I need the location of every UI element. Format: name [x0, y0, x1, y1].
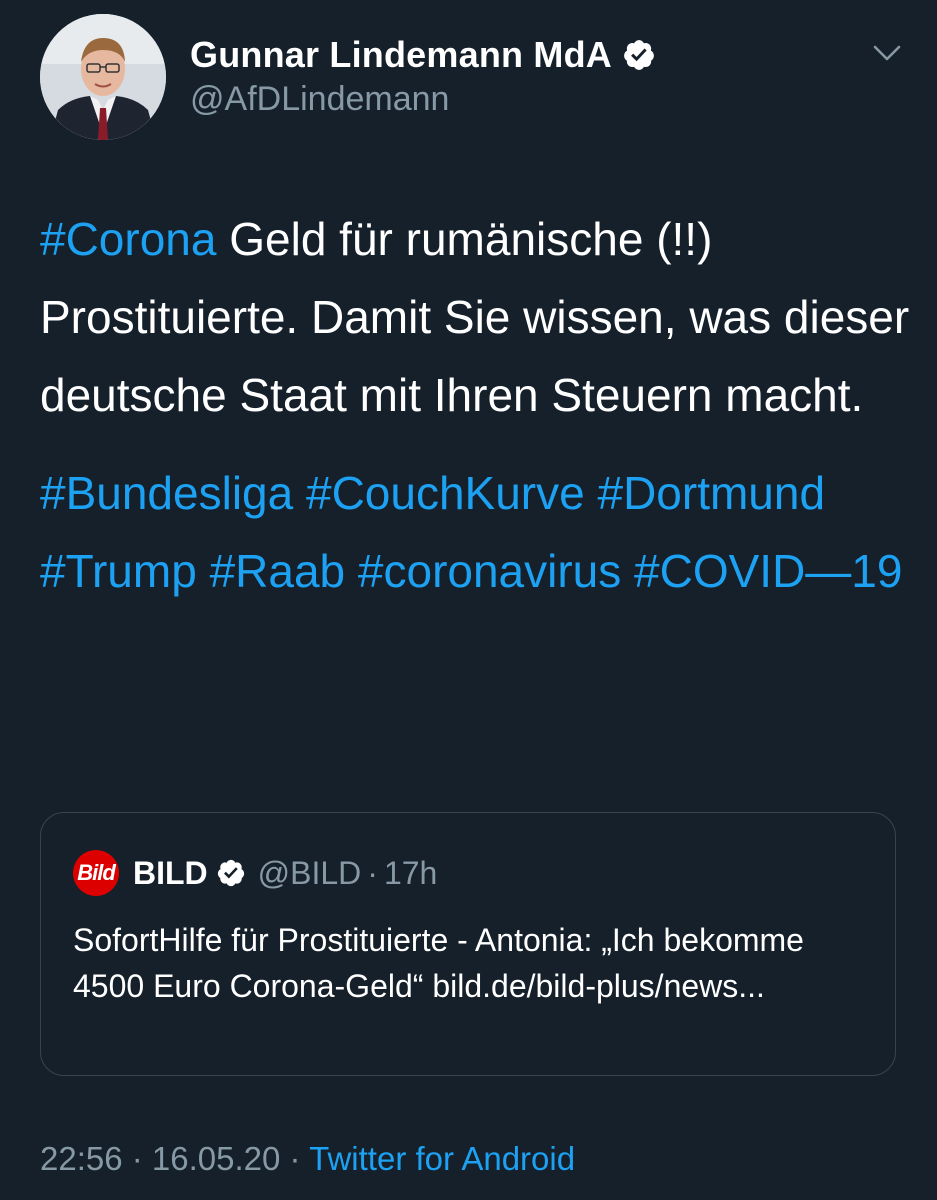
quoted-tweet-text: SofortHilfe für Prostituierte - Antonia:…	[73, 922, 804, 1004]
tweet-meta: 22:56 · 16.05.20 · Twitter for Android	[40, 1140, 575, 1178]
tweet-body: #Corona Geld für rumänische (!!) Prostit…	[40, 200, 910, 434]
hashtag-link[interactable]: #Bundesliga	[40, 467, 293, 519]
hashtag-link[interactable]: #Trump	[40, 545, 197, 597]
bild-logo-text: Bild	[77, 860, 116, 885]
hashtag-link[interactable]: #Corona	[40, 213, 216, 265]
tweet-time[interactable]: 22:56	[40, 1140, 123, 1177]
author-name-row[interactable]: Gunnar Lindemann MdA	[190, 34, 656, 76]
quoted-tweet-header: Bild BILD @BILD · 17h	[73, 850, 438, 896]
tweet-date[interactable]: 16.05.20	[152, 1140, 280, 1177]
author-handle[interactable]: @AfDLindemann	[190, 80, 449, 119]
quoted-author-handle: @BILD	[257, 854, 362, 891]
avatar[interactable]	[40, 14, 166, 140]
hashtag-link[interactable]: #CouchKurve	[306, 467, 585, 519]
quoted-author-name: BILD	[133, 854, 208, 891]
author-display-name[interactable]: Gunnar Lindemann MdA	[190, 34, 612, 76]
quoted-tweet-time: 17h	[383, 854, 438, 891]
hashtag-link[interactable]: #coronavirus	[358, 545, 621, 597]
hashtag-link[interactable]: #COVID—19	[634, 545, 902, 597]
separator-dot: ·	[122, 1140, 152, 1177]
separator-dot: ·	[367, 854, 378, 891]
bild-logo[interactable]: Bild	[73, 850, 119, 896]
quoted-tweet-card[interactable]: Bild BILD @BILD · 17h SofortHilfe für Pr…	[40, 812, 896, 1076]
hashtag-list: #Bundesliga #CouchKurve #Dortmund #Trump…	[40, 454, 910, 610]
hashtag-link[interactable]: #Raab	[210, 545, 346, 597]
verified-badge-icon	[217, 859, 244, 887]
hashtag-link[interactable]: #Dortmund	[597, 467, 825, 519]
verified-badge-icon	[624, 40, 654, 70]
chevron-down-icon[interactable]	[872, 44, 902, 64]
tweet-text: #Corona Geld für rumänische (!!) Prostit…	[40, 200, 910, 610]
tweet-source-link[interactable]: Twitter for Android	[309, 1140, 575, 1177]
separator-dot: ·	[280, 1140, 310, 1177]
